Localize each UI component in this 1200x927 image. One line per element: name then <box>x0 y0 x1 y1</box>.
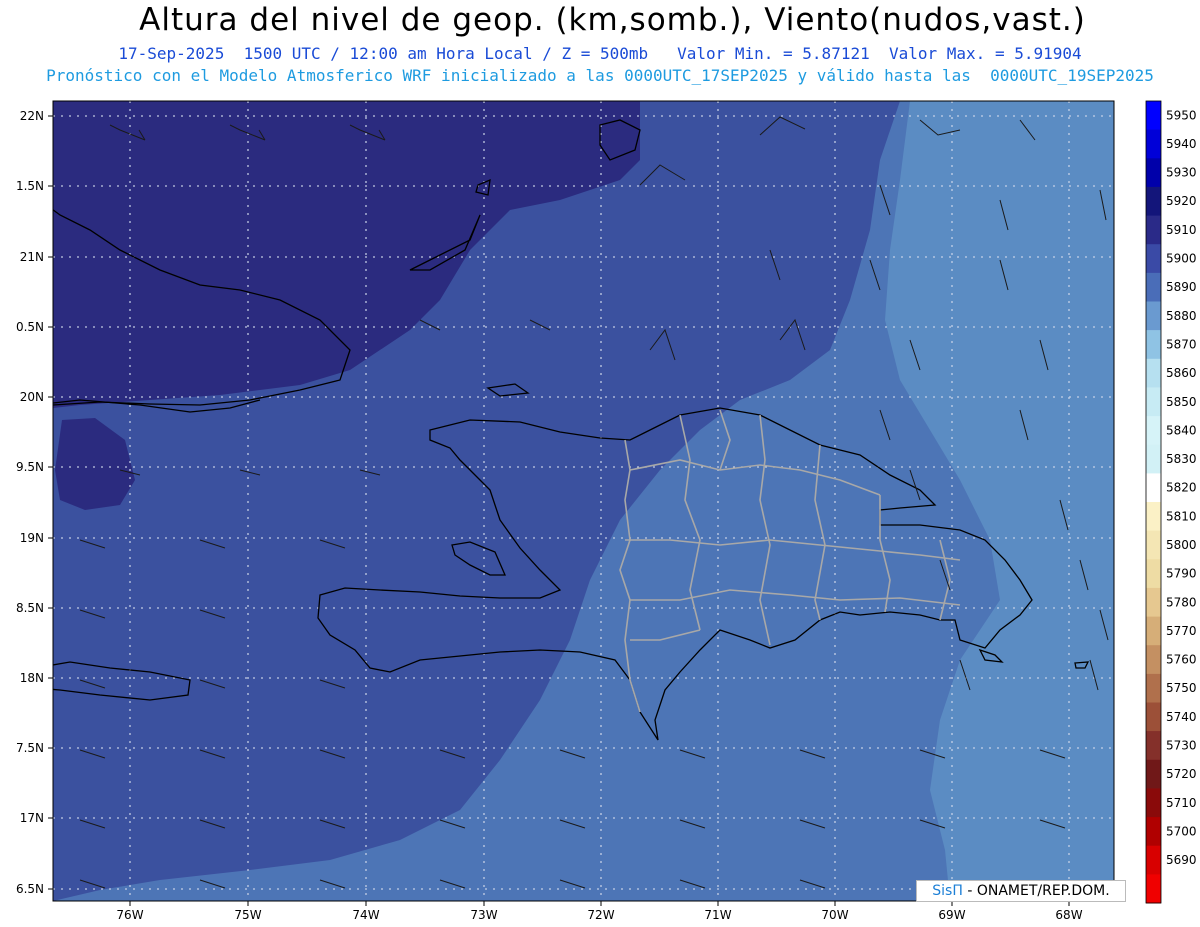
colorbar-level-label: 5740 <box>1166 710 1197 724</box>
lon-label: 73W <box>470 908 497 922</box>
colorbar-level-label: 5770 <box>1166 624 1197 638</box>
colorbar-level-label: 5880 <box>1166 309 1197 323</box>
colorbar-swatch <box>1146 559 1161 589</box>
latitude-labels: 22N 1.5N 21N 0.5N 20N 9.5N 19N 8.5N 18N … <box>16 109 44 896</box>
colorbar-level-label: 5860 <box>1166 366 1197 380</box>
colorbar-level-label: 5920 <box>1166 194 1197 208</box>
lat-label: 22N <box>20 109 44 123</box>
colorbar-level-label: 5760 <box>1166 653 1197 667</box>
colorbar-swatch <box>1146 473 1161 503</box>
lat-label: 8.5N <box>16 601 44 615</box>
colorbar-swatch <box>1146 416 1161 446</box>
colorbar-level-label: 5750 <box>1166 681 1197 695</box>
colorbar-swatch <box>1146 788 1161 818</box>
colorbar-swatch <box>1146 387 1161 417</box>
colorbar-swatch <box>1146 158 1161 188</box>
colorbar-swatch <box>1146 817 1161 847</box>
lon-label: 75W <box>234 908 261 922</box>
colorbar-swatch <box>1146 759 1161 789</box>
lon-label: 72W <box>587 908 614 922</box>
colorbar-swatch <box>1146 101 1161 131</box>
colorbar-level-label: 5840 <box>1166 423 1197 437</box>
latitude-ticks <box>48 115 53 890</box>
lat-label: 1.5N <box>16 179 44 193</box>
colorbar-swatch <box>1146 874 1161 904</box>
colorbar-swatch <box>1146 731 1161 761</box>
lat-label: 17N <box>20 811 44 825</box>
colorbar-level-label: 5890 <box>1166 280 1197 294</box>
colorbar-level-label: 5910 <box>1166 223 1197 237</box>
colorbar-swatch <box>1146 673 1161 703</box>
lat-label: 0.5N <box>16 320 44 334</box>
lat-label: 7.5N <box>16 741 44 755</box>
colorbar-level-label: 5720 <box>1166 767 1197 781</box>
colorbar-swatch <box>1146 301 1161 331</box>
lat-label: 9.5N <box>16 460 44 474</box>
colorbar-swatch <box>1146 330 1161 360</box>
colorbar-swatch <box>1146 616 1161 646</box>
colorbar-level-label: 5690 <box>1166 853 1197 867</box>
colorbar-level-label: 5780 <box>1166 595 1197 609</box>
colorbar-level-label: 5700 <box>1166 824 1197 838</box>
lat-label: 20N <box>20 390 44 404</box>
lon-label: 70W <box>821 908 848 922</box>
credit-box: SisΠ - ONAMET/REP.DOM. <box>916 880 1126 902</box>
lat-label: 21N <box>20 250 44 264</box>
colorbar-level-label: 5830 <box>1166 452 1197 466</box>
colorbar-swatch <box>1146 530 1161 560</box>
colorbar-swatch <box>1146 272 1161 302</box>
colorbar-swatch <box>1146 702 1161 732</box>
colorbar-level-label: 5710 <box>1166 796 1197 810</box>
colorbar-level-label: 5900 <box>1166 252 1197 266</box>
colorbar-level-label: 5940 <box>1166 137 1197 151</box>
colorbar-swatch <box>1146 129 1161 159</box>
lon-label: 74W <box>352 908 379 922</box>
lat-label: 19N <box>20 531 44 545</box>
colorbar-swatch <box>1146 645 1161 675</box>
colorbar-swatch <box>1146 845 1161 875</box>
colorbar-swatch <box>1146 444 1161 474</box>
colorbar-swatch <box>1146 587 1161 617</box>
colorbar-level-label: 5790 <box>1166 567 1197 581</box>
lon-label: 69W <box>938 908 965 922</box>
colorbar-level-label: 5730 <box>1166 739 1197 753</box>
lat-label: 6.5N <box>16 882 44 896</box>
colorbar-level-label: 5950 <box>1166 108 1197 122</box>
colorbar-swatch <box>1146 186 1161 216</box>
colorbar-level-label: 5930 <box>1166 166 1197 180</box>
colorbar-level-label: 5870 <box>1166 338 1197 352</box>
map-panel: 22N 1.5N 21N 0.5N 20N 9.5N 19N 8.5N 18N … <box>16 100 1197 922</box>
colorbar-level-label: 5800 <box>1166 538 1197 552</box>
lat-label: 18N <box>20 671 44 685</box>
colorbar: 5950 5940 5930 5920 5910 5900 5890 5880 5870 5860… <box>1145 100 1197 904</box>
lon-label: 76W <box>116 908 143 922</box>
colorbar-level-label: 5850 <box>1166 395 1197 409</box>
sisp-brand: SisΠ <box>932 883 963 899</box>
colorbar-swatch <box>1146 244 1161 274</box>
colorbar-swatch <box>1146 215 1161 245</box>
colorbar-level-label: 5820 <box>1166 481 1197 495</box>
longitude-labels: 76W 75W 74W 73W 72W 71W 70W 69W 68W <box>116 908 1082 922</box>
colorbar-swatch <box>1146 358 1161 388</box>
colorbar-level-label: 5810 <box>1166 509 1197 523</box>
lon-label: 71W <box>704 908 731 922</box>
lon-label: 68W <box>1055 908 1082 922</box>
credit-text: - ONAMET/REP.DOM. <box>967 883 1110 899</box>
colorbar-swatch <box>1146 502 1161 532</box>
